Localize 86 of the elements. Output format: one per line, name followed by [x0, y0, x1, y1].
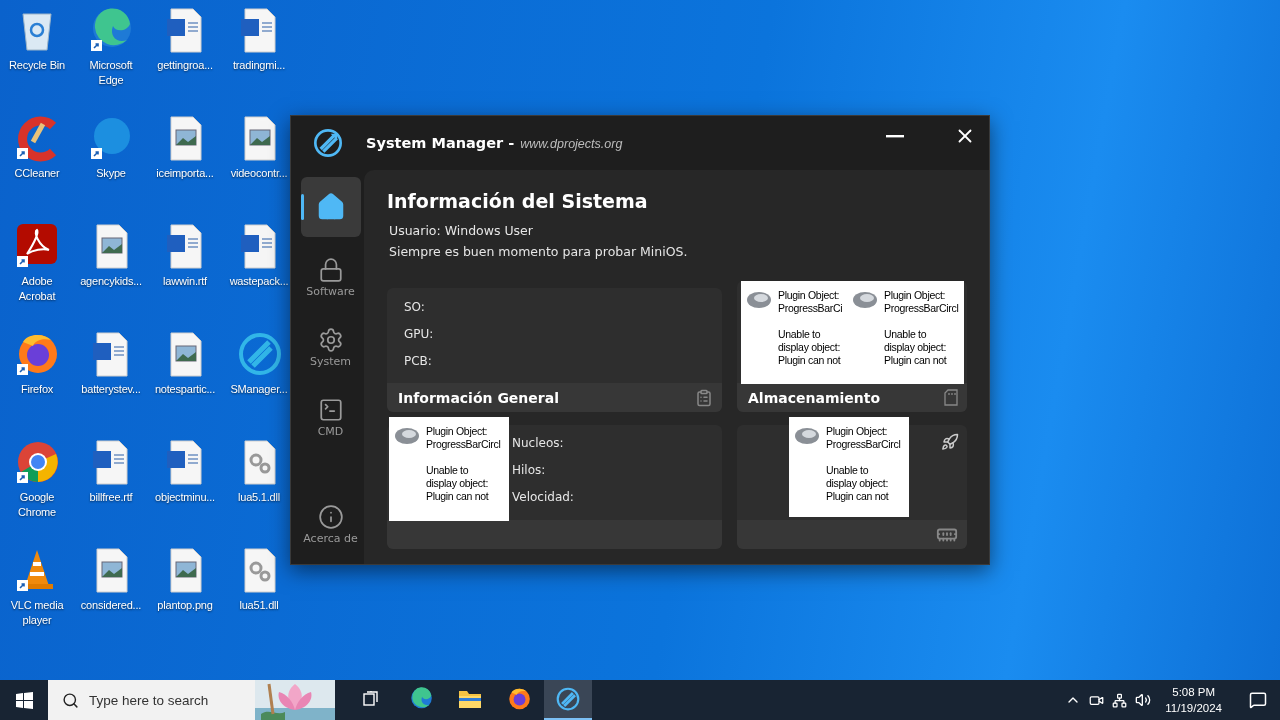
network-icon[interactable] — [1112, 692, 1128, 708]
plugin-message: Unable to — [884, 328, 928, 341]
plugin-name: ProgressBarCircl — [426, 438, 501, 451]
windows-logo-icon — [15, 691, 33, 709]
icon-label[interactable]: billfree.rtf — [89, 490, 133, 505]
plugin-title: Plugin Object: — [426, 425, 489, 438]
icon-label[interactable]: Skype — [96, 166, 126, 181]
plugin-message: display object: — [426, 477, 490, 490]
plugin-message: Unable to — [826, 464, 870, 477]
plugin-name: ProgressBarCircl — [826, 438, 901, 451]
plugin-message: Unable to — [778, 328, 822, 341]
page-heading: Información del Sistema — [387, 190, 649, 212]
nav-item[interactable]: Acerca de — [300, 494, 361, 554]
card-title: Almacenamiento — [748, 389, 881, 406]
field-label: GPU: — [404, 326, 434, 343]
plugin-name: ProgressBarCi — [778, 302, 843, 315]
rocket-logo-icon — [312, 127, 344, 159]
rocket-icon — [941, 433, 959, 451]
search-icon — [62, 691, 79, 709]
icon-label[interactable]: Recycle Bin — [9, 58, 65, 73]
taskbar-app[interactable] — [544, 680, 592, 720]
notification-icon — [1249, 691, 1267, 709]
icon-label[interactable]: videocontr... — [230, 166, 288, 181]
icon-label[interactable]: iceimporta... — [156, 166, 214, 181]
lock-icon — [317, 256, 344, 283]
icon-label[interactable]: lawwin.rtf — [163, 274, 207, 289]
search-field[interactable]: Type here to search — [48, 680, 335, 720]
plugin-name: ProgressBarCircl — [884, 302, 959, 315]
plugin-icon — [852, 289, 878, 309]
icon-label[interactable]: SManager... — [230, 382, 288, 397]
plugin-title: Plugin Object: — [826, 425, 889, 438]
icon-label[interactable]: lua51.dll — [239, 598, 279, 613]
task-view-icon — [363, 691, 381, 707]
terminal-icon — [317, 396, 344, 423]
icon-label[interactable]: CCleaner — [14, 166, 60, 181]
settings-icon — [317, 326, 344, 353]
icon-label[interactable]: tradingmi... — [233, 58, 285, 73]
nav-item[interactable]: Software — [300, 247, 361, 307]
nav-item[interactable]: System — [300, 317, 361, 377]
tagline-text: Siempre es buen momento para probar MiniOS. — [389, 243, 689, 261]
plugin-message: Plugin can not — [778, 354, 842, 367]
rocket-logo-icon — [555, 686, 581, 712]
icon-label[interactable]: Adobe Acrobat — [5, 274, 69, 304]
browser-icon — [506, 686, 532, 712]
icon-label[interactable]: objectminu... — [155, 490, 215, 505]
field-label: Nucleos: — [512, 435, 565, 452]
plugin-message: Unable to — [426, 464, 470, 477]
sd-card-icon — [944, 389, 958, 406]
plugin-title: Plugin Object: — [778, 289, 841, 302]
plugin-message: display object: — [778, 341, 842, 354]
plugin-icon — [746, 289, 772, 309]
info-icon — [317, 503, 344, 530]
plugin-message: Plugin can not — [884, 354, 948, 367]
card-title: Información General — [398, 389, 559, 406]
field-label: Hilos: — [512, 462, 547, 479]
plugin-icon — [794, 425, 820, 445]
folder-icon — [458, 688, 482, 710]
nav-item[interactable] — [300, 177, 361, 237]
icon-label[interactable]: VLC media player — [5, 598, 69, 628]
icon-label[interactable]: Firefox — [20, 382, 54, 397]
icon-label[interactable]: Microsoft Edge — [79, 58, 143, 88]
clock[interactable]: 5:08 PM 11/19/2024 — [1159, 684, 1228, 716]
user-text: Usuario: Windows User — [389, 222, 534, 240]
plugin-message: display object: — [884, 341, 948, 354]
icon-label[interactable]: plantop.png — [157, 598, 213, 613]
volume-icon[interactable] — [1135, 692, 1152, 708]
field-label: Velocidad: — [512, 489, 574, 506]
icon-label[interactable]: batterystev... — [81, 382, 141, 397]
icon-label[interactable]: lua5.1.dll — [237, 490, 280, 505]
minimize-icon — [886, 134, 904, 138]
plugin-title: Plugin Object: — [884, 289, 947, 302]
icon-label[interactable]: wastepack... — [229, 274, 289, 289]
plugin-icon — [394, 425, 420, 445]
icon-label[interactable]: agencykids... — [80, 274, 142, 289]
field-label: PCB: — [404, 353, 433, 370]
clipboard-icon — [695, 388, 713, 407]
icon-label[interactable]: gettingroa... — [157, 58, 213, 73]
nav-item[interactable]: CMD — [300, 387, 361, 447]
icon-label[interactable]: notespartic... — [154, 382, 216, 397]
icon-label[interactable]: Google Chrome — [5, 490, 69, 520]
plugin-message: Plugin can not — [826, 490, 890, 503]
icon-label[interactable]: considered... — [80, 598, 142, 613]
field-label: SO: — [404, 299, 426, 316]
plugin-message: Plugin can not — [426, 490, 490, 503]
window-title: System Manager - www.dprojects.org — [366, 135, 623, 151]
plugin-message: display object: — [826, 477, 890, 490]
